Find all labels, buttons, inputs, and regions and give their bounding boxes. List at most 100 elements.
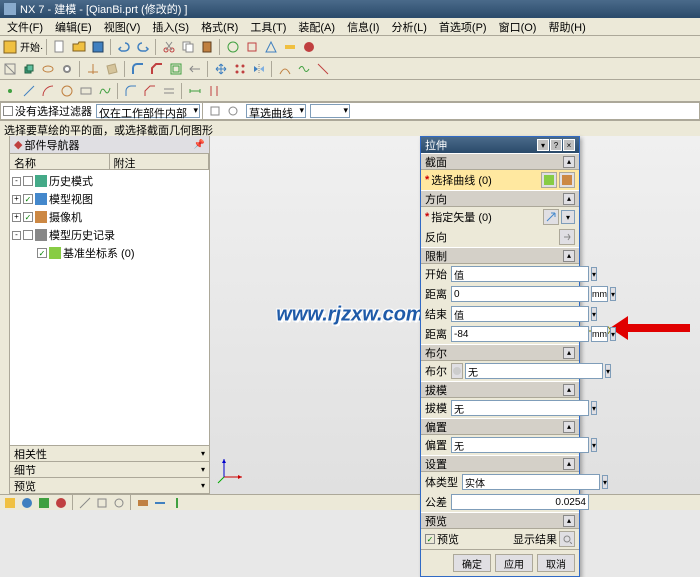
menu-prefs[interactable]: 首选项(P): [434, 18, 492, 36]
row-select-curve[interactable]: *选择曲线 (0): [421, 170, 579, 190]
tool-c-icon[interactable]: [262, 38, 280, 56]
redo-icon[interactable]: [134, 38, 152, 56]
chamfer-icon[interactable]: [148, 60, 166, 78]
new-icon[interactable]: [51, 38, 69, 56]
blend-icon[interactable]: [129, 60, 147, 78]
pattern-icon[interactable]: [231, 60, 249, 78]
menu-help[interactable]: 帮助(H): [543, 18, 590, 36]
filter-scope[interactable]: 仅在工作部件内部: [96, 104, 200, 118]
dist2-dd[interactable]: ▾: [610, 327, 616, 341]
bt9-icon[interactable]: [152, 496, 168, 510]
tab-preview[interactable]: 预览▾: [10, 478, 209, 494]
sec-offset[interactable]: 偏置▴: [421, 419, 579, 435]
col-note[interactable]: 附注: [110, 154, 210, 169]
mirror-icon[interactable]: [250, 60, 268, 78]
tree-item[interactable]: +✓模型视图: [12, 190, 207, 208]
tree-item[interactable]: -历史模式: [12, 172, 207, 190]
filter-select[interactable]: 草选曲线: [246, 104, 306, 118]
bt7-icon[interactable]: [111, 496, 127, 510]
dlg-close-icon[interactable]: ×: [563, 139, 575, 151]
end-dist[interactable]: [451, 326, 589, 342]
filter-select2[interactable]: [310, 104, 350, 118]
start-button[interactable]: [1, 38, 19, 56]
menu-tools[interactable]: 工具(T): [245, 18, 291, 36]
bool-val[interactable]: [465, 363, 603, 379]
dlg-pin-icon[interactable]: ?: [550, 139, 562, 151]
curve-rule-icon[interactable]: [541, 172, 557, 188]
bt2-icon[interactable]: [19, 496, 35, 510]
offset-icon[interactable]: [160, 82, 178, 100]
tool-e-icon[interactable]: [300, 38, 318, 56]
fillet-icon[interactable]: [122, 82, 140, 100]
bt6-icon[interactable]: [94, 496, 110, 510]
shell-icon[interactable]: [167, 60, 185, 78]
show-result-icon[interactable]: [559, 531, 575, 547]
copy-icon[interactable]: [179, 38, 197, 56]
sec-limits[interactable]: 限制▴: [421, 248, 579, 264]
end-dd[interactable]: ▾: [591, 307, 597, 321]
revolve-icon[interactable]: [39, 60, 57, 78]
dist1-dd[interactable]: ▾: [610, 287, 616, 301]
tool-d-icon[interactable]: [281, 38, 299, 56]
cancel-button[interactable]: 取消: [537, 554, 575, 572]
cut-icon[interactable]: [160, 38, 178, 56]
unit2[interactable]: mm: [591, 326, 608, 342]
undo-icon[interactable]: [115, 38, 133, 56]
body-val[interactable]: [462, 474, 600, 490]
menu-view[interactable]: 视图(V): [99, 18, 146, 36]
move-icon[interactable]: [212, 60, 230, 78]
plane-icon[interactable]: [103, 60, 121, 78]
menu-assembly[interactable]: 装配(A): [293, 18, 340, 36]
start-dist[interactable]: [451, 286, 589, 302]
rect-icon[interactable]: [77, 82, 95, 100]
bool-dd[interactable]: ▾: [605, 364, 611, 378]
bt5-icon[interactable]: [77, 496, 93, 510]
dlg-dd-icon[interactable]: ▾: [537, 139, 549, 151]
spline-icon[interactable]: [96, 82, 114, 100]
menu-window[interactable]: 窗口(O): [494, 18, 542, 36]
datum-icon[interactable]: [84, 60, 102, 78]
draft-dd[interactable]: ▾: [591, 401, 597, 415]
sec-dir[interactable]: 方向▴: [421, 191, 579, 207]
bt1-icon[interactable]: [2, 496, 18, 510]
menu-analysis[interactable]: 分析(L): [386, 18, 431, 36]
tool-a-icon[interactable]: [224, 38, 242, 56]
bt3-icon[interactable]: [36, 496, 52, 510]
bt8-icon[interactable]: [135, 496, 151, 510]
bt10-icon[interactable]: [169, 496, 185, 510]
line-icon[interactable]: [20, 82, 38, 100]
offset-dd[interactable]: ▾: [591, 438, 597, 452]
save-icon[interactable]: [89, 38, 107, 56]
menu-insert[interactable]: 插入(S): [147, 18, 194, 36]
paste-icon[interactable]: [198, 38, 216, 56]
tree-item[interactable]: -模型历史记录: [12, 226, 207, 244]
menu-edit[interactable]: 编辑(E): [50, 18, 97, 36]
sketch-section-icon[interactable]: [559, 172, 575, 188]
extrude-icon[interactable]: [20, 60, 38, 78]
menu-format[interactable]: 格式(R): [196, 18, 243, 36]
left-resource-bar[interactable]: [0, 136, 10, 494]
open-icon[interactable]: [70, 38, 88, 56]
chamfer2-icon[interactable]: [141, 82, 159, 100]
unit1[interactable]: mm: [591, 286, 608, 302]
end-type[interactable]: [451, 306, 589, 322]
draft-val[interactable]: [451, 400, 589, 416]
hole-icon[interactable]: [58, 60, 76, 78]
filter-btn1[interactable]: [206, 102, 224, 120]
tab-details[interactable]: 细节▾: [10, 462, 209, 478]
sec-bool[interactable]: 布尔▴: [421, 345, 579, 361]
ok-button[interactable]: 确定: [453, 554, 491, 572]
curve1-icon[interactable]: [276, 60, 294, 78]
start-dd[interactable]: ▾: [591, 267, 597, 281]
start-type[interactable]: [451, 266, 589, 282]
body-dd[interactable]: ▾: [602, 475, 608, 489]
sec-draft[interactable]: 拔模▴: [421, 382, 579, 398]
menu-file[interactable]: 文件(F): [2, 18, 48, 36]
sec-preview[interactable]: 预览▴: [421, 513, 579, 529]
tree-item[interactable]: +✓摄像机: [12, 208, 207, 226]
tab-deps[interactable]: 相关性▾: [10, 446, 209, 462]
constraint-icon[interactable]: [205, 82, 223, 100]
pin-icon[interactable]: 📌: [194, 139, 205, 150]
curve3-icon[interactable]: [314, 60, 332, 78]
offset-val[interactable]: [451, 437, 589, 453]
